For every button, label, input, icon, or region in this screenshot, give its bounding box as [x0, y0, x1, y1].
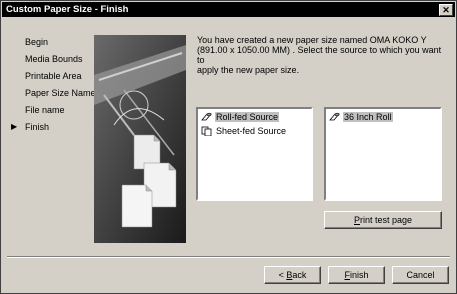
message-line: You have created a new paper size named …	[197, 35, 427, 45]
cancel-button[interactable]: Cancel	[392, 266, 449, 284]
list-item-36-inch-roll[interactable]: 36 Inch Roll	[328, 111, 438, 123]
dialog-window: Custom Paper Size - Finish ✕ Begin Media…	[0, 0, 457, 294]
sheet-icon	[201, 126, 212, 136]
step-file-name: File name	[11, 103, 95, 117]
step-paper-size-name: Paper Size Name	[11, 86, 96, 100]
step-label: Begin	[25, 37, 49, 47]
step-label: Finish	[25, 122, 50, 132]
step-printable-area: Printable Area	[11, 69, 95, 83]
step-media-bounds: Media Bounds	[11, 52, 95, 66]
message-line: (891.00 x 1050.00 MM) . Select the sourc…	[197, 45, 442, 65]
plotter-illustration-icon	[94, 35, 186, 243]
wizard-steps: Begin Media Bounds Printable Area Paper …	[11, 35, 96, 137]
roll-icon	[201, 112, 212, 121]
close-icon: ✕	[442, 5, 450, 15]
wizard-illustration	[94, 35, 186, 243]
roll-listbox[interactable]: 36 Inch Roll	[324, 107, 442, 201]
instruction-text: You have created a new paper size named …	[197, 35, 447, 75]
current-step-arrow-icon: ▶	[11, 122, 18, 131]
window-title: Custom Paper Size - Finish	[6, 4, 129, 15]
close-button[interactable]: ✕	[439, 4, 453, 16]
step-finish: ▶ Finish	[11, 120, 95, 134]
step-label: Printable Area	[25, 71, 82, 81]
step-label: Media Bounds	[25, 54, 83, 64]
roll-icon	[329, 112, 340, 121]
step-label: File name	[25, 105, 65, 115]
step-label: Paper Size Name	[25, 88, 96, 98]
button-label: inish	[349, 270, 369, 280]
item-label: 36 Inch Roll	[343, 112, 393, 122]
list-item-roll-fed-source[interactable]: Roll-fed Source	[200, 111, 309, 123]
item-label: Roll-fed Source	[215, 112, 280, 122]
separator	[7, 256, 450, 258]
list-item-sheet-fed-source[interactable]: Sheet-fed Source	[200, 125, 309, 137]
title-bar[interactable]: Custom Paper Size - Finish ✕	[2, 2, 455, 17]
message-line: apply the new paper size.	[197, 65, 300, 75]
finish-button[interactable]: Finish	[328, 266, 385, 284]
button-label: Cancel	[406, 270, 435, 280]
item-label: Sheet-fed Source	[216, 126, 287, 136]
step-begin: Begin	[11, 35, 95, 49]
print-test-page-button[interactable]: Print test page	[324, 211, 442, 229]
back-button[interactable]: < Back	[264, 266, 321, 284]
button-label: rint test page	[359, 215, 413, 225]
source-listbox[interactable]: Roll-fed Source Sheet-fed Source	[196, 107, 313, 201]
button-label: ack	[292, 270, 307, 280]
